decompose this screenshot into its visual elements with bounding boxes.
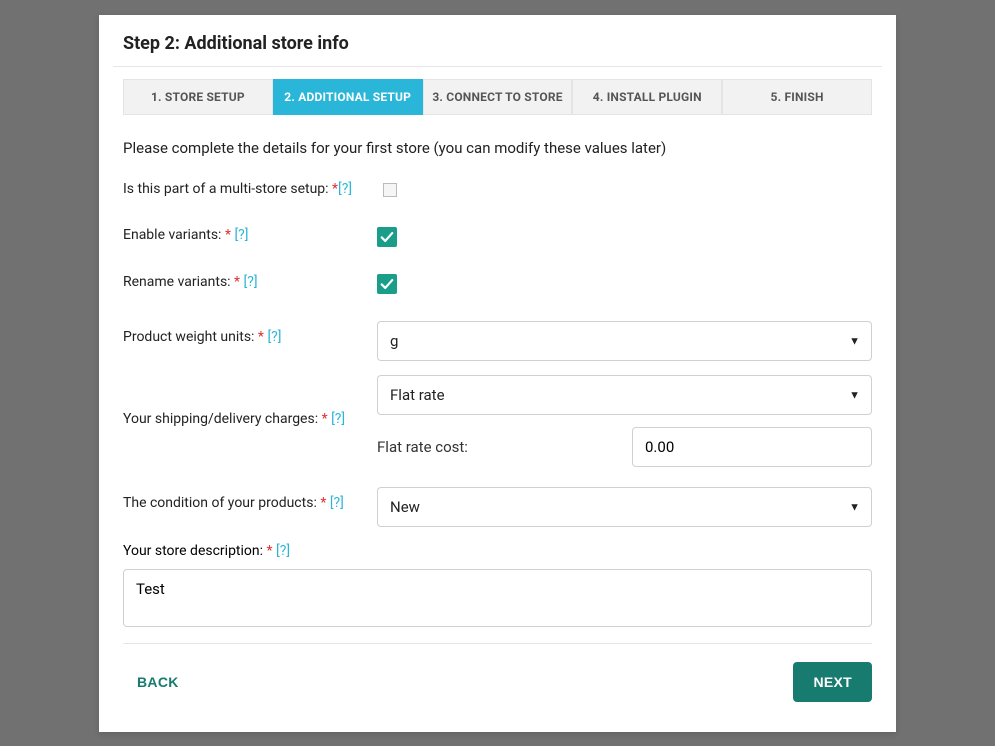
next-button[interactable]: NEXT — [793, 662, 872, 702]
help-icon[interactable]: [?] — [338, 181, 352, 197]
wizard-panel: Step 2: Additional store info 1. STORE S… — [99, 15, 896, 732]
shipping-type-select-wrap: Flat rate ▼ — [377, 375, 872, 415]
check-icon — [380, 230, 394, 244]
help-icon[interactable]: [?] — [244, 274, 258, 290]
input-col — [377, 274, 872, 295]
description-textarea[interactable] — [123, 569, 872, 627]
back-button[interactable]: BACK — [123, 664, 193, 700]
input-col — [377, 181, 872, 201]
input-col: g ▼ — [377, 321, 872, 361]
row-multistore: Is this part of a multi-store setup: *[?… — [123, 181, 872, 201]
help-icon[interactable]: [?] — [330, 495, 344, 511]
step-finish[interactable]: 5. FINISH — [722, 79, 872, 115]
enable-variants-checkbox[interactable] — [377, 227, 397, 247]
condition-select-wrap: New ▼ — [377, 487, 872, 527]
input-col: Flat rate ▼ Flat rate cost: — [377, 375, 872, 467]
label-enable-variants: Enable variants: * [?] — [123, 227, 377, 243]
rename-variants-checkbox[interactable] — [377, 274, 397, 294]
step-store-setup[interactable]: 1. STORE SETUP — [123, 79, 273, 115]
label-multistore: Is this part of a multi-store setup: *[?… — [123, 181, 377, 197]
label-condition: The condition of your products: * [?] — [123, 487, 377, 511]
wizard-steps: 1. STORE SETUP 2. ADDITIONAL SETUP 3. CO… — [123, 79, 872, 115]
weight-units-select[interactable]: g — [377, 321, 872, 361]
page-title: Step 2: Additional store info — [123, 33, 872, 54]
flat-rate-row: Flat rate cost: — [377, 427, 872, 467]
step-install-plugin[interactable]: 4. INSTALL PLUGIN — [572, 79, 722, 115]
help-icon[interactable]: [?] — [234, 227, 248, 243]
row-rename-variants: Rename variants: * [?] — [123, 274, 872, 295]
step-connect-to-store[interactable]: 3. CONNECT TO STORE — [423, 79, 573, 115]
flat-rate-label: Flat rate cost: — [377, 438, 632, 456]
intro-text: Please complete the details for your fir… — [123, 139, 872, 157]
shipping-type-select[interactable]: Flat rate — [377, 375, 872, 415]
footer-divider — [123, 643, 872, 644]
divider — [113, 66, 882, 67]
step-additional-setup[interactable]: 2. ADDITIONAL SETUP — [273, 79, 423, 115]
input-col: New ▼ — [377, 487, 872, 527]
panel-body: 1. STORE SETUP 2. ADDITIONAL SETUP 3. CO… — [99, 79, 896, 732]
label-shipping: Your shipping/delivery charges: * [?] — [123, 375, 377, 427]
weight-units-select-wrap: g ▼ — [377, 321, 872, 361]
help-icon[interactable]: [?] — [267, 329, 281, 345]
check-icon — [380, 277, 394, 291]
flat-rate-input[interactable] — [632, 427, 872, 467]
condition-select[interactable]: New — [377, 487, 872, 527]
row-condition: The condition of your products: * [?] Ne… — [123, 487, 872, 527]
label-weight-units: Product weight units: * [?] — [123, 321, 377, 345]
help-icon[interactable]: [?] — [276, 543, 290, 559]
input-col — [377, 227, 872, 248]
panel-header: Step 2: Additional store info — [99, 15, 896, 66]
row-enable-variants: Enable variants: * [?] — [123, 227, 872, 248]
row-shipping: Your shipping/delivery charges: * [?] Fl… — [123, 375, 872, 467]
row-weight-units: Product weight units: * [?] g ▼ — [123, 321, 872, 361]
footer: BACK NEXT — [123, 662, 872, 708]
row-description-label: Your store description: * [?] — [123, 543, 872, 559]
multistore-checkbox[interactable] — [383, 183, 397, 197]
label-rename-variants: Rename variants: * [?] — [123, 274, 377, 290]
help-icon[interactable]: [?] — [331, 411, 345, 427]
